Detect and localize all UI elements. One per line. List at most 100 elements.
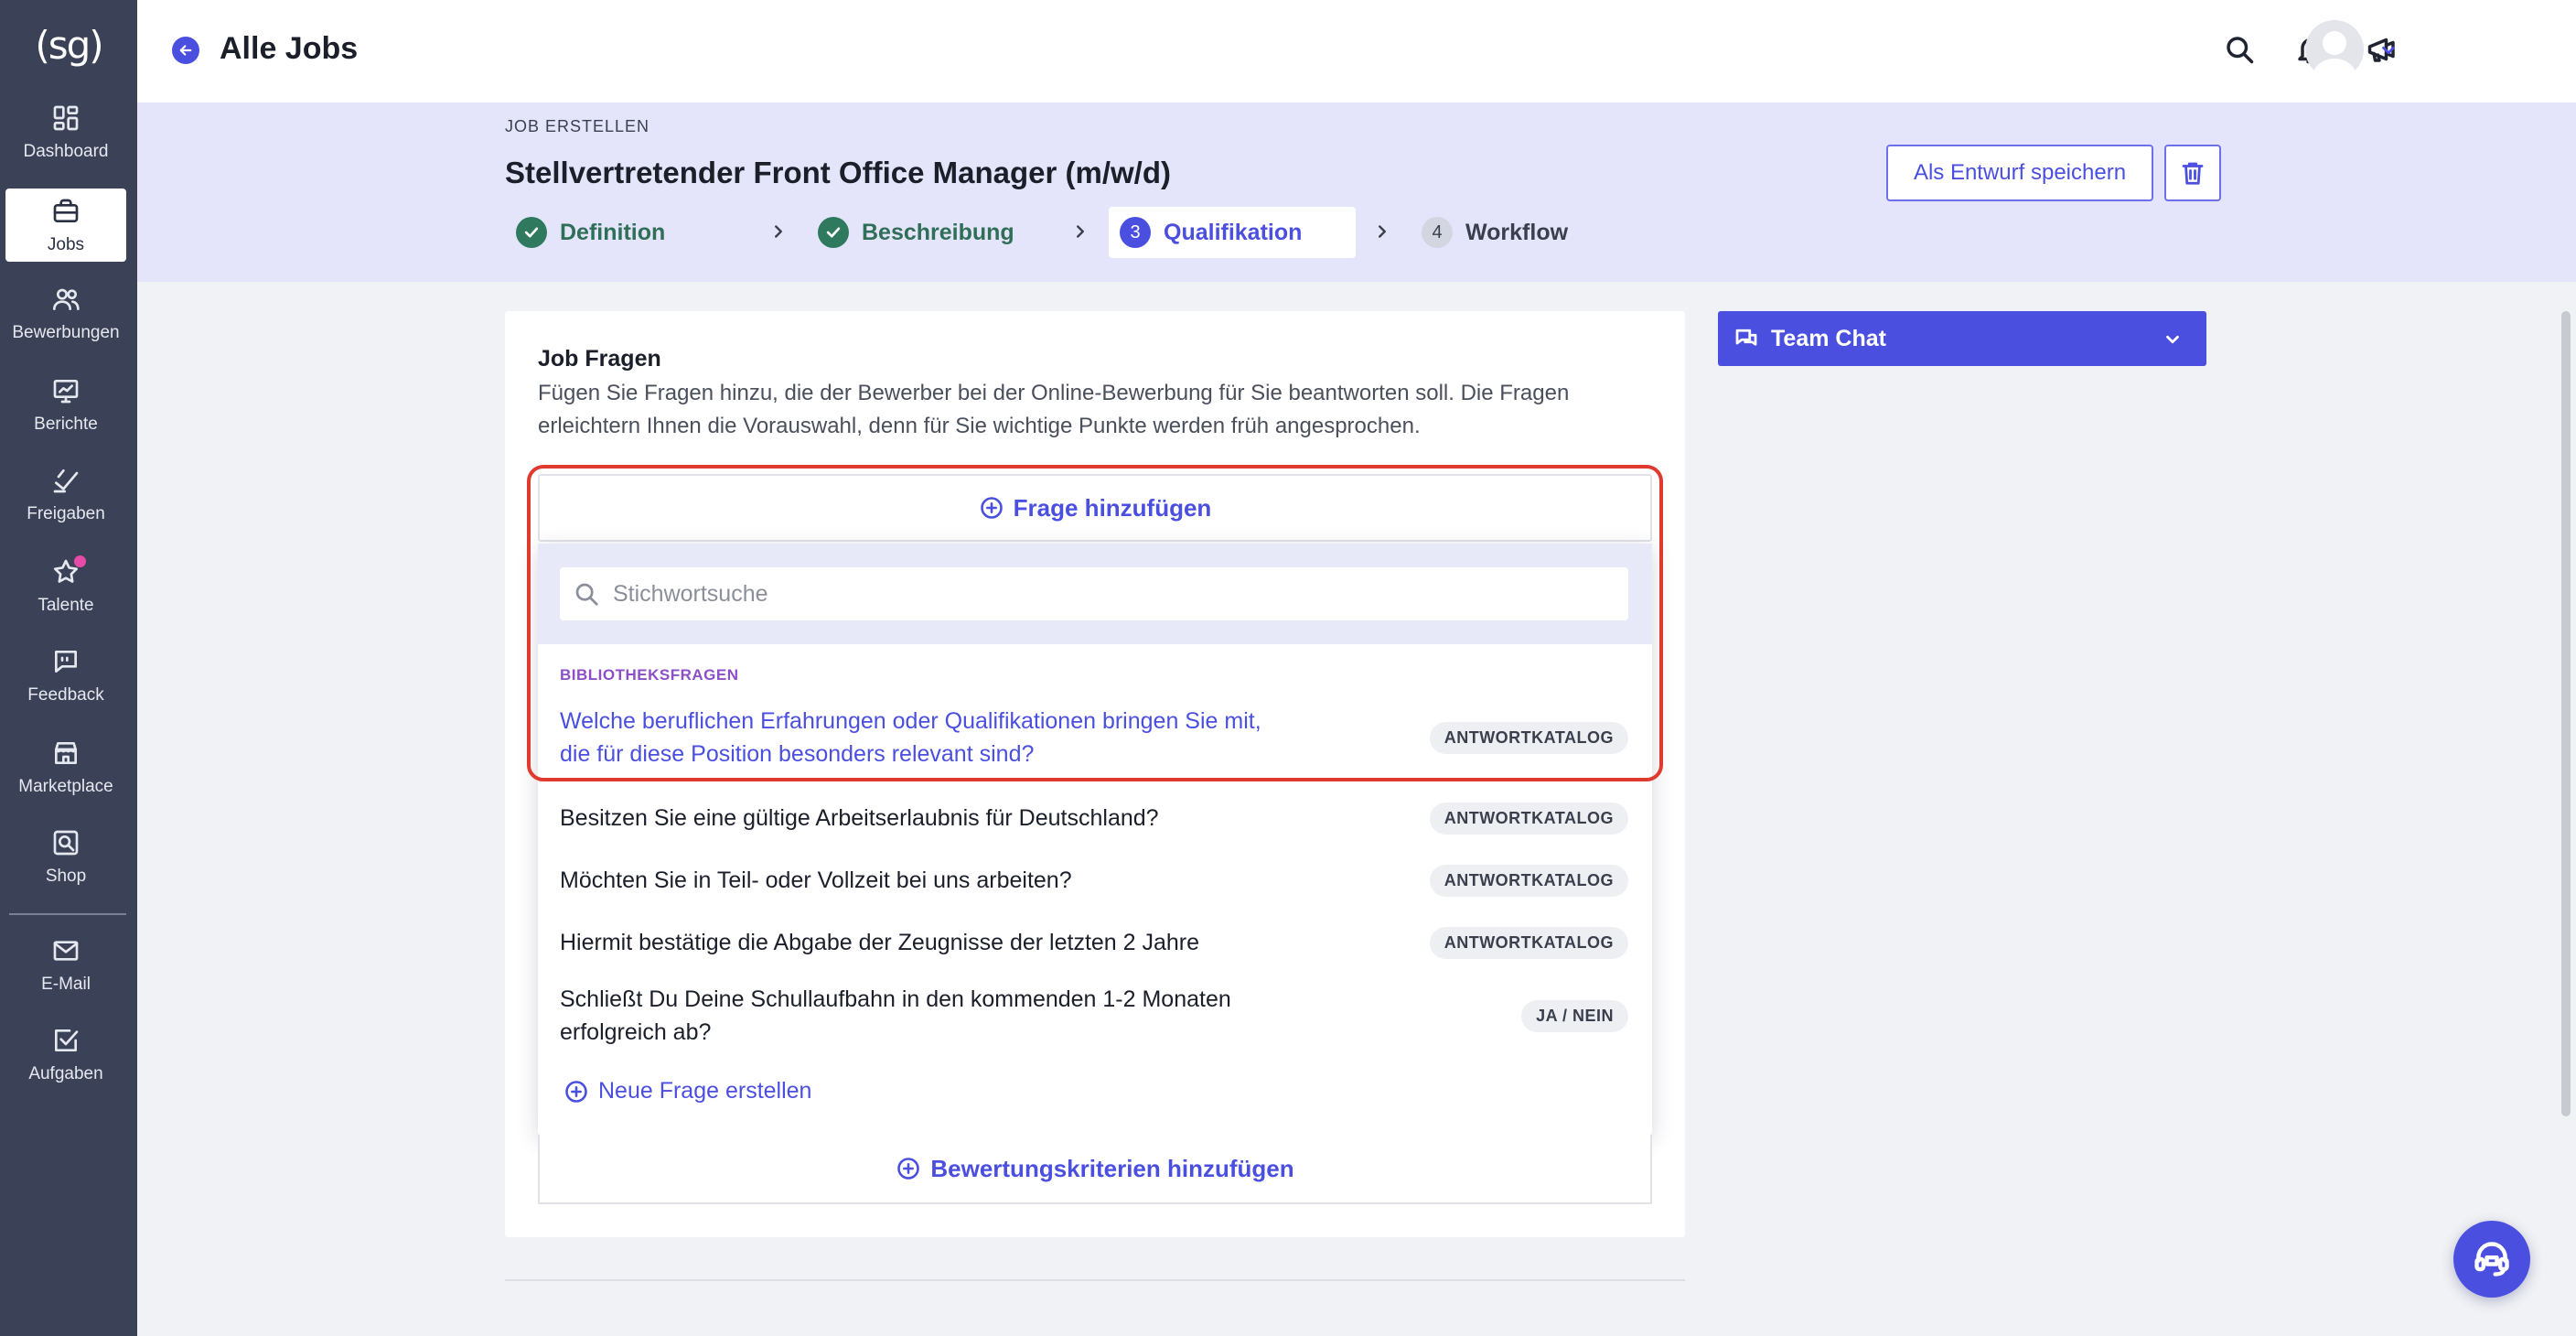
user-menu-toggle[interactable] <box>2378 40 2399 60</box>
section-description: Fügen Sie Fragen hinzu, die der Bewerber… <box>538 381 1570 438</box>
plus-circle-icon <box>979 495 1004 521</box>
store-icon <box>55 742 77 764</box>
sidebar-item-dashboard[interactable]: Dashboard <box>5 95 126 168</box>
shop-icon <box>53 830 79 856</box>
search-field[interactable] <box>560 567 1628 620</box>
check-icon <box>516 217 547 248</box>
dashboard-icon <box>53 105 79 131</box>
sidebar-item-marketplace[interactable]: Marketplace <box>5 730 126 803</box>
chevron-right-icon <box>768 221 789 242</box>
question-text: Schließt Du Deine Schullaufbahn in den k… <box>560 986 1231 1045</box>
question-text: Welche beruflichen Erfahrungen oder Qual… <box>560 708 1261 767</box>
step-definition[interactable]: Definition <box>516 207 665 258</box>
sidebar-item-label: Dashboard <box>23 142 109 161</box>
sidebar-item-label: Freigaben <box>27 504 105 523</box>
question-dropdown: BIBLIOTHEKSFRAGEN Welche beruflichen Erf… <box>538 544 1652 1135</box>
plus-circle-icon <box>564 1079 589 1104</box>
chat-icon <box>1733 325 1760 352</box>
section-title: Job Fragen <box>538 346 661 372</box>
sidebar-item-label: Talente <box>38 596 94 615</box>
step-qualifikation[interactable]: 3 Qualifikation <box>1109 207 1356 258</box>
sidebar-item-aufgaben[interactable]: Aufgaben <box>5 1018 126 1091</box>
trash-icon <box>2182 162 2204 185</box>
library-section-label: BIBLIOTHEKSFRAGEN <box>560 666 739 684</box>
sidebar-item-label: E-Mail <box>41 975 91 994</box>
add-question-label: Frage hinzufügen <box>1013 493 1212 522</box>
feedback-icon <box>55 651 77 673</box>
arrow-left-icon <box>179 45 192 56</box>
back-button[interactable] <box>172 37 199 64</box>
sidebar-item-label: Jobs <box>47 235 85 254</box>
sidebar: (sg) Dashboard Jobs Bewerbungen Berichte… <box>0 0 137 1336</box>
question-type-badge: JA / NEIN <box>1521 999 1628 1032</box>
question-option[interactable]: Schließt Du Deine Schullaufbahn in den k… <box>560 983 1628 1049</box>
step-label: Beschreibung <box>862 219 1014 245</box>
chart-icon <box>53 380 79 404</box>
sidebar-item-label: Shop <box>45 867 87 886</box>
avatar[interactable] <box>2305 20 2364 79</box>
team-chat-toggle[interactable]: Team Chat <box>1718 311 2206 366</box>
step-label: Workflow <box>1465 219 1569 245</box>
sidebar-item-bewerbungen[interactable]: Bewerbungen <box>5 276 126 350</box>
question-text: Hiermit bestätige die Abgabe der Zeugnis… <box>560 930 1200 955</box>
delete-button[interactable] <box>2164 145 2221 201</box>
add-criteria-label: Bewertungskriterien hinzufügen <box>930 1154 1294 1182</box>
question-type-badge: ANTWORTKATALOG <box>1429 926 1628 959</box>
briefcase-icon <box>53 199 79 222</box>
sidebar-divider <box>9 913 126 915</box>
users-icon <box>53 288 80 310</box>
question-option[interactable]: Hiermit bestätige die Abgabe der Zeugnis… <box>560 926 1628 959</box>
notification-dot <box>74 555 86 567</box>
search-button[interactable] <box>2223 33 2256 66</box>
step-workflow[interactable]: 4 Workflow <box>1422 207 1568 258</box>
step-number: 3 <box>1120 217 1151 248</box>
team-chat-label: Team Chat <box>1771 325 1886 351</box>
question-type-badge: ANTWORTKATALOG <box>1429 864 1628 897</box>
question-option[interactable]: Welche beruflichen Erfahrungen oder Qual… <box>560 705 1628 770</box>
sidebar-item-freigaben[interactable]: Freigaben <box>5 458 126 531</box>
back-title[interactable]: Alle Jobs <box>220 31 358 67</box>
sidebar-item-label: Berichte <box>34 415 98 434</box>
scrollbar[interactable] <box>2561 311 2571 1116</box>
sidebar-item-talente[interactable]: Talente <box>5 549 126 622</box>
chevron-down-icon <box>2382 46 2395 55</box>
step-beschreibung[interactable]: Beschreibung <box>818 207 1014 258</box>
chevron-right-icon <box>1372 221 1392 242</box>
approve-icon <box>53 469 79 493</box>
create-question-label: Neue Frage erstellen <box>598 1078 812 1104</box>
search-input[interactable] <box>613 580 1601 608</box>
page-title: Stellvertretender Front Office Manager (… <box>505 156 1171 189</box>
tasks-icon <box>55 1029 79 1051</box>
support-chat-button[interactable] <box>2453 1221 2530 1298</box>
question-option[interactable]: Möchten Sie in Teil- oder Vollzeit bei u… <box>560 864 1628 897</box>
sidebar-item-berichte[interactable]: Berichte <box>5 368 126 441</box>
question-type-badge: ANTWORTKATALOG <box>1429 721 1628 754</box>
page-overline: JOB ERSTELLEN <box>505 117 650 135</box>
sidebar-item-shop[interactable]: Shop <box>5 820 126 893</box>
step-label: Definition <box>560 219 666 245</box>
sidebar-item-jobs[interactable]: Jobs <box>5 189 126 262</box>
mail-icon <box>53 941 79 961</box>
question-option[interactable]: Besitzen Sie eine gültige Arbeitserlaubn… <box>560 802 1628 835</box>
plus-circle-icon <box>896 1156 921 1181</box>
chevron-right-icon <box>1070 221 1090 242</box>
sidebar-item-label: Aufgaben <box>28 1064 103 1083</box>
check-icon <box>818 217 849 248</box>
top-bar: Alle Jobs <box>137 0 2576 102</box>
app-logo[interactable]: (sg) <box>0 15 137 75</box>
sidebar-item-feedback[interactable]: Feedback <box>5 639 126 712</box>
question-text: Möchten Sie in Teil- oder Vollzeit bei u… <box>560 867 1072 893</box>
search-icon <box>575 583 598 606</box>
create-question-link[interactable]: Neue Frage erstellen <box>564 1078 811 1104</box>
headset-icon <box>2474 1242 2509 1277</box>
search-area <box>538 544 1652 644</box>
divider <box>505 1279 1685 1281</box>
sidebar-item-email[interactable]: E-Mail <box>5 928 126 1001</box>
step-number: 4 <box>1422 217 1453 248</box>
save-draft-button[interactable]: Als Entwurf speichern <box>1886 145 2153 201</box>
chevron-down-icon <box>2163 329 2183 350</box>
add-criteria-button[interactable]: Bewertungskriterien hinzufügen <box>538 1135 1652 1204</box>
add-question-button[interactable]: Frage hinzufügen <box>538 474 1652 542</box>
sidebar-item-label: Feedback <box>27 685 104 705</box>
search-icon <box>2227 37 2254 64</box>
